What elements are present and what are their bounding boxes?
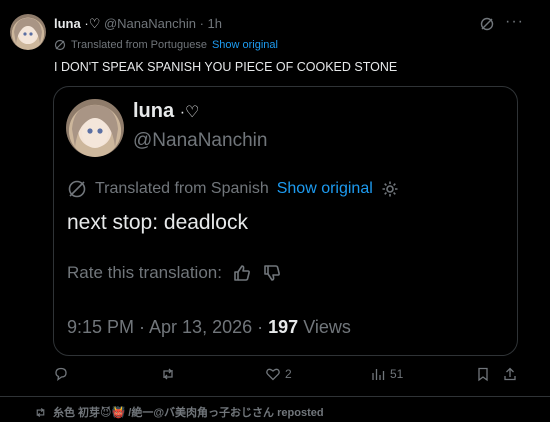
repost-button[interactable] [160, 366, 176, 382]
translate-icon [67, 179, 87, 199]
quote-badge: ·♡ [179, 104, 200, 121]
author-badge: ·♡ [84, 16, 101, 31]
quote-display-name[interactable]: luna [133, 100, 174, 122]
like-button[interactable]: 2 [265, 366, 292, 382]
author-avatar[interactable] [10, 14, 46, 50]
quote-text: next stop: deadlock [67, 211, 248, 234]
author-display-name[interactable]: luna [54, 16, 81, 31]
translated-label: Translated from Portuguese [71, 39, 207, 51]
time-separator: · [199, 16, 204, 31]
heart-icon [265, 366, 281, 382]
quote-author-avatar[interactable] [66, 99, 124, 157]
reply-button[interactable] [53, 366, 69, 382]
views-count: 51 [390, 367, 404, 381]
quote-translated-label: Translated from Spanish [95, 180, 269, 197]
quote-timestamp[interactable]: 9:15 PM · Apr 13, 2026 · [67, 317, 268, 337]
quote-views-count: 197 [268, 317, 299, 337]
repost-attribution[interactable]: 糸色 初芽😈👹 /絶一@バ美肉角っ子おじさん reposted [53, 404, 324, 420]
translate-icon [54, 39, 66, 51]
rate-translation-label: Rate this translation: [67, 263, 222, 282]
show-original-link[interactable]: Show original [212, 39, 278, 51]
gear-icon[interactable] [381, 180, 399, 198]
like-count: 2 [285, 367, 292, 381]
quote-handle[interactable]: @NanaNanchin [133, 130, 267, 152]
repost-icon [34, 406, 47, 419]
more-options-icon[interactable]: ··· [505, 13, 524, 31]
thumbs-up-icon[interactable] [232, 263, 252, 283]
share-button[interactable] [502, 366, 518, 382]
views-button[interactable]: 51 [370, 366, 403, 382]
tweet-time[interactable]: 1h [208, 16, 222, 31]
quote-show-original-link[interactable]: Show original [277, 180, 373, 198]
bookmark-button[interactable] [475, 366, 491, 382]
analytics-icon [370, 366, 386, 382]
tweet-divider [0, 396, 550, 397]
quote-views-label: Views [303, 317, 351, 337]
tweet-text: I DON'T SPEAK SPANISH YOU PIECE OF COOKE… [54, 60, 398, 74]
grok-icon[interactable] [479, 16, 495, 32]
thumbs-down-icon[interactable] [262, 263, 282, 283]
author-handle[interactable]: @NanaNanchin [104, 16, 196, 31]
